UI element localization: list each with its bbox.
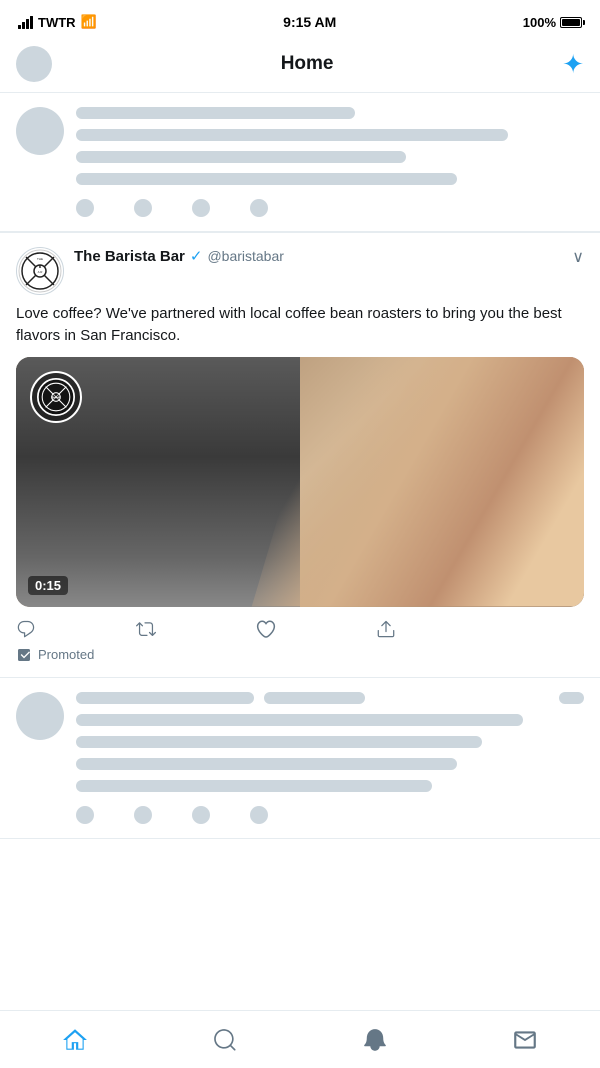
tab-bar — [0, 1010, 600, 1068]
tweet-name-row: The Barista Bar ✓️ @baristabar — [74, 247, 562, 265]
status-left: TWTR 📶 — [18, 14, 97, 30]
tab-messages[interactable] — [450, 1011, 600, 1068]
promoted-label: Promoted — [38, 647, 94, 662]
promoted-icon — [16, 647, 32, 663]
skeleton-line-1 — [76, 107, 355, 119]
svg-text:THE: THE — [37, 257, 43, 261]
video-duration: 0:15 — [28, 576, 68, 595]
skeleton-actions-bottom — [76, 806, 584, 824]
skeleton-action-4 — [250, 199, 268, 217]
tweet-menu-chevron[interactable]: ∨ — [572, 247, 584, 267]
tweet-user-info: The Barista Bar ✓️ @baristabar — [74, 247, 562, 265]
skeleton-avatar — [16, 107, 64, 155]
tweet-handle: @baristabar — [207, 248, 283, 264]
tweet-actions — [16, 619, 396, 639]
skeleton-actions — [76, 199, 584, 217]
bell-icon — [362, 1027, 388, 1053]
home-icon — [62, 1027, 88, 1053]
sparkle-icon[interactable]: ✦ — [562, 49, 584, 80]
wifi-icon: 📶 — [81, 14, 97, 30]
skeleton-tweet-top — [0, 93, 600, 232]
status-bar: TWTR 📶 9:15 AM 100% — [0, 0, 600, 40]
svg-text:A R: A R — [38, 270, 44, 274]
battery-label: 100% — [523, 15, 556, 30]
tab-home[interactable] — [0, 1011, 150, 1068]
svg-text:B•A•R: B•A•R — [51, 395, 61, 399]
tweet-header: B A R THE The Barista Bar ✓️ @baristabar… — [16, 247, 584, 295]
tweet-name: The Barista Bar — [74, 248, 185, 265]
skeleton-avatar-bottom — [16, 692, 64, 740]
reply-icon — [16, 619, 36, 639]
battery-icon — [560, 17, 582, 28]
page-title: Home — [281, 53, 334, 75]
status-time: 9:15 AM — [283, 14, 336, 30]
skeleton-action-2 — [134, 199, 152, 217]
verified-icon: ✓️ — [190, 247, 203, 265]
header: Home ✦ — [0, 40, 600, 93]
promoted-tweet: B A R THE The Barista Bar ✓️ @baristabar… — [0, 233, 600, 678]
reply-button[interactable] — [16, 619, 36, 639]
promoted-row: Promoted — [16, 647, 584, 663]
video-logo-overlay: B•A•R — [30, 371, 82, 423]
skeleton-line-2 — [76, 129, 508, 141]
tweet-avatar[interactable]: B A R THE — [16, 247, 64, 295]
like-button[interactable] — [256, 619, 276, 639]
search-icon — [212, 1027, 238, 1053]
skeleton-content — [76, 107, 584, 217]
video-logo-svg: B•A•R — [37, 378, 75, 416]
barista-logo-svg: B A R THE — [18, 249, 62, 293]
skeleton-content-bottom — [76, 692, 584, 824]
share-icon — [376, 619, 396, 639]
tab-notifications[interactable] — [300, 1011, 450, 1068]
tab-search[interactable] — [150, 1011, 300, 1068]
skeleton-line-3 — [76, 151, 406, 163]
retweet-button[interactable] — [136, 619, 156, 639]
status-right: 100% — [523, 15, 582, 30]
tweet-text: Love coffee? We've partnered with local … — [16, 303, 584, 347]
skeleton-action-3 — [192, 199, 210, 217]
signal-icon — [18, 16, 33, 29]
skeleton-line-4 — [76, 173, 457, 185]
heart-icon — [256, 619, 276, 639]
tweet-video[interactable]: B•A•R 0:15 — [16, 357, 584, 607]
skeleton-action-1 — [76, 199, 94, 217]
mail-icon — [512, 1027, 538, 1053]
skeleton-tweet-bottom — [0, 678, 600, 839]
share-button[interactable] — [376, 619, 396, 639]
retweet-icon — [136, 619, 156, 639]
user-avatar[interactable] — [16, 46, 52, 82]
carrier-label: TWTR — [38, 15, 76, 30]
